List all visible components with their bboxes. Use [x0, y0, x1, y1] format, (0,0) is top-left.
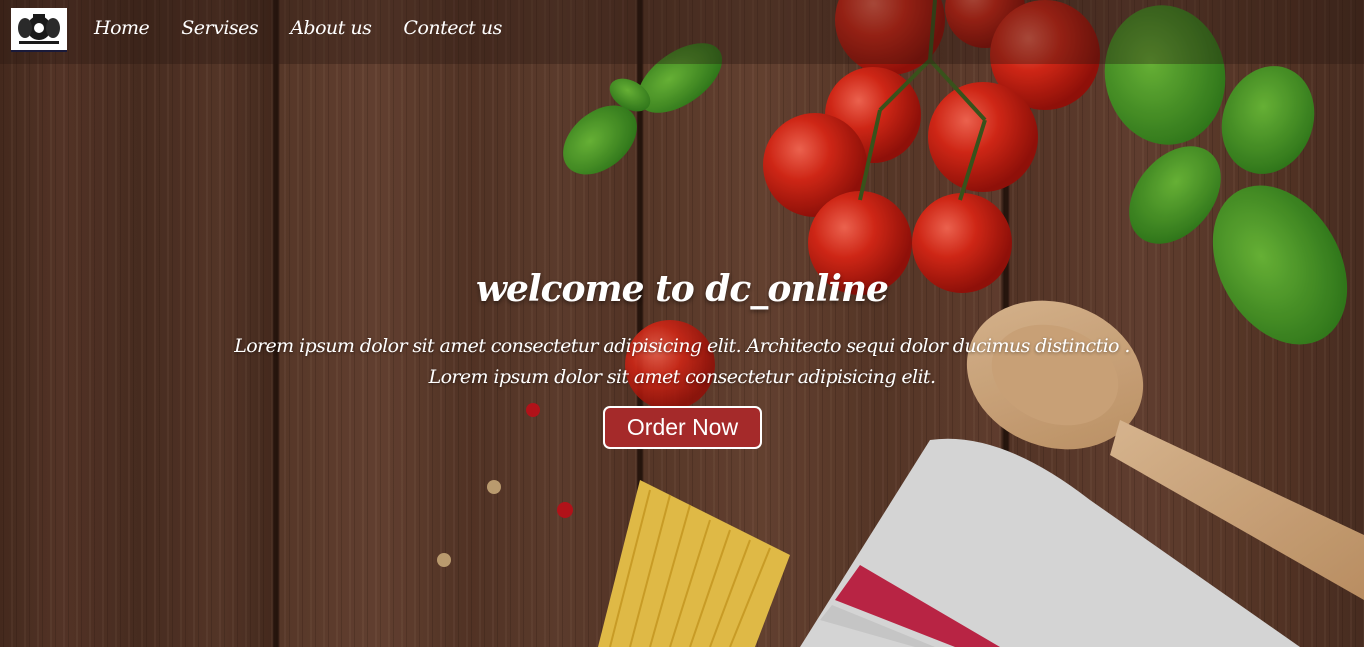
- dark-overlay: [0, 0, 1364, 647]
- site-logo[interactable]: [11, 8, 67, 52]
- order-now-button[interactable]: Order Now: [603, 406, 762, 449]
- hero-subtitle-line-2: Lorem ipsum dolor sit amet consectetur a…: [428, 366, 936, 388]
- nav-link-contact[interactable]: Contect us: [403, 17, 502, 39]
- navbar: Home Servises About us Contect us: [0, 0, 1364, 64]
- crest-logo-icon: [11, 8, 67, 50]
- nav-link-about[interactable]: About us: [290, 17, 372, 39]
- hero-subtitle: Lorem ipsum dolor sit amet consectetur a…: [232, 331, 1132, 393]
- nav-link-services[interactable]: Servises: [181, 17, 258, 39]
- nav-link-home[interactable]: Home: [94, 17, 150, 39]
- main-nav: Home Servises About us Contect us: [94, 17, 502, 39]
- hero-title: welcome to dc_online: [476, 268, 889, 310]
- hero-subtitle-line-1: Lorem ipsum dolor sit amet consectetur a…: [234, 335, 1130, 357]
